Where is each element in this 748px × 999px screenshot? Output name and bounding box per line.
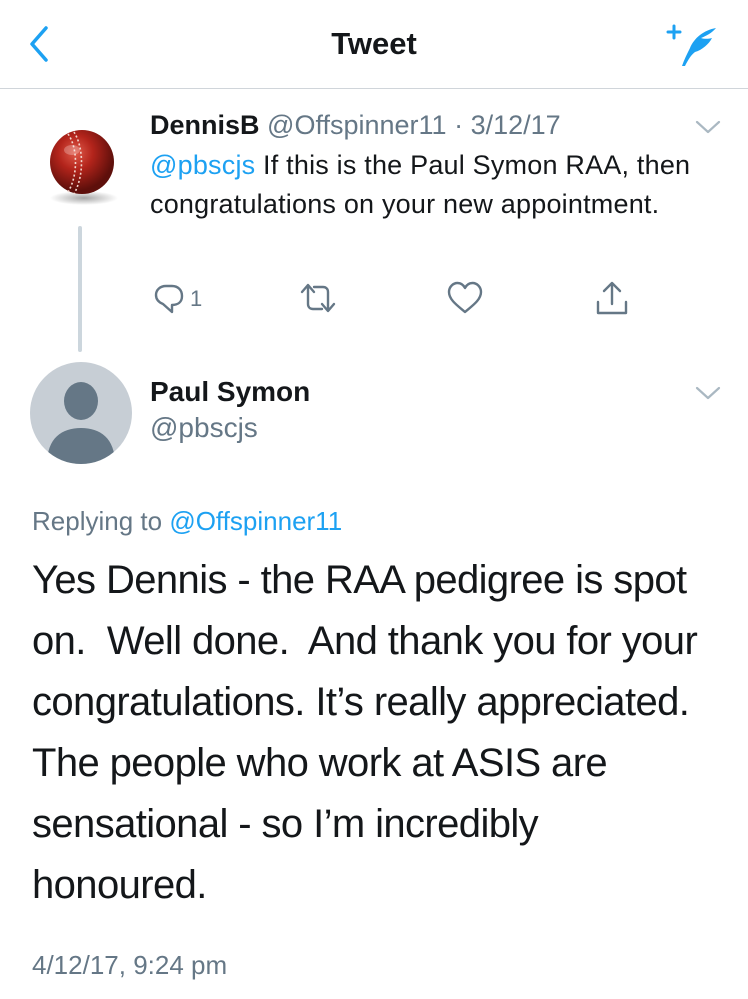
tweet-text-line: honoured. (32, 863, 207, 907)
thread-connector-line (78, 226, 82, 352)
parent-separator: · (454, 110, 464, 140)
tweet-text-line: Yes Dennis - the RAA pedigree is spot (32, 558, 687, 602)
chevron-down-icon (695, 386, 721, 400)
default-profile-avatar[interactable] (30, 362, 132, 464)
like-icon (447, 281, 483, 314)
parent-tweet-actions: 1 (150, 280, 710, 320)
page-title: Tweet (331, 26, 417, 61)
retweet-button[interactable] (298, 280, 338, 320)
parent-tweet-menu-button[interactable] (694, 118, 722, 136)
tweet-text-line: congratulations. It’s really appreciated… (32, 680, 690, 724)
navigation-bar: Tweet (0, 0, 748, 89)
replying-to-mention[interactable]: @Offspinner11 (169, 506, 342, 536)
compose-tweet-icon (666, 24, 716, 66)
parent-tweet-text: @pbscjs If this is the Paul Symon RAA, t… (150, 146, 720, 224)
parent-date[interactable]: 3/12/17 (471, 110, 561, 140)
parent-handle[interactable]: @Offspinner11 (267, 110, 447, 140)
cricket-ball-avatar[interactable] (32, 114, 132, 214)
tweet-text-line: The people who work at ASIS are (32, 741, 608, 785)
reply-button[interactable]: 1 (152, 280, 202, 320)
tweet-text-line: sensational - so I’m incredibly (32, 802, 539, 846)
compose-button[interactable] (664, 20, 720, 68)
share-button[interactable] (594, 280, 630, 320)
default-avatar-icon (47, 382, 115, 464)
chevron-down-icon (695, 120, 721, 134)
reply-count: 1 (190, 286, 203, 311)
parent-mention-link[interactable]: @pbscjs (150, 150, 255, 180)
tweet-timestamp: 4/12/17, 9:24 pm (32, 950, 228, 980)
main-tweet-text: Yes Dennis - the RAA pedigree is spot on… (32, 550, 732, 916)
like-button[interactable] (446, 280, 484, 320)
author-handle[interactable]: @pbscjs (150, 412, 258, 444)
tweet-text-line: on. Well done. And thank you for your (32, 619, 698, 663)
cricket-ball-icon (50, 130, 118, 205)
replying-to-label: Replying to (32, 506, 163, 536)
parent-display-name[interactable]: DennisB (150, 110, 260, 140)
main-tweet-menu-button[interactable] (694, 384, 722, 402)
replying-to-line: Replying to @Offspinner11 (32, 506, 342, 537)
reply-icon (154, 284, 184, 314)
share-icon (596, 281, 628, 315)
retweet-icon (300, 283, 336, 313)
parent-tweet-header: DennisB @Offspinner11 · 3/12/17 (150, 110, 561, 141)
author-display-name[interactable]: Paul Symon (150, 376, 310, 408)
